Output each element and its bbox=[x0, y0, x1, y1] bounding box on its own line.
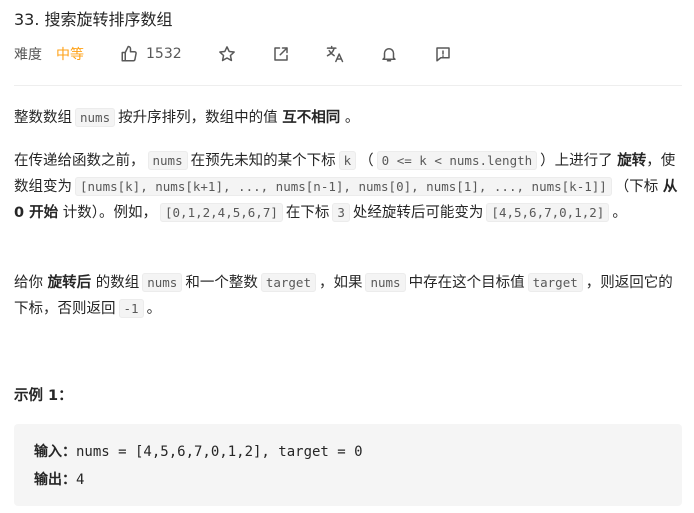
text: 按升序排列，数组中的值 bbox=[118, 110, 278, 126]
inline-code: nums bbox=[365, 273, 406, 292]
example-output-line: 输出：4 bbox=[34, 466, 662, 494]
text: ，如果 bbox=[318, 275, 363, 291]
inline-code: nums bbox=[147, 151, 188, 170]
header-divider bbox=[14, 85, 682, 86]
inline-code: target bbox=[260, 273, 316, 292]
description-paragraph-2: 在传递给函数之前， nums 在预先未知的某个下标 k （0 <= k < nums.l… bbox=[14, 148, 682, 226]
inline-code: [4,5,6,7,0,1,2] bbox=[486, 203, 610, 222]
text: 的数组 bbox=[95, 275, 140, 291]
translate-button[interactable] bbox=[324, 43, 346, 65]
text: 给你 bbox=[14, 275, 43, 291]
thumbs-up-icon bbox=[121, 45, 137, 62]
text: ）上进行了 bbox=[540, 153, 613, 169]
text: 在预先未知的某个下标 bbox=[190, 153, 336, 169]
example-output-value: 4 bbox=[76, 472, 85, 488]
text: 。 bbox=[344, 110, 360, 126]
favorite-button[interactable] bbox=[216, 43, 238, 65]
bold-text: 互不相同 bbox=[282, 110, 341, 126]
inline-code: [nums[k], nums[k+1], ..., nums[n-1], num… bbox=[75, 177, 612, 196]
inline-code: k bbox=[338, 151, 357, 170]
text: 在下标 bbox=[285, 205, 330, 221]
bell-icon bbox=[381, 48, 396, 62]
text: （ bbox=[359, 153, 374, 169]
inline-code: target bbox=[527, 273, 583, 292]
text: 在传递给函数之前， bbox=[14, 153, 145, 169]
inline-code: nums bbox=[75, 108, 116, 127]
text: 处经旋转后可能变为 bbox=[352, 205, 484, 221]
text: 和一个整数 bbox=[185, 275, 258, 291]
feedback-icon bbox=[435, 47, 450, 62]
example-input-label: 输入： bbox=[34, 444, 76, 460]
example-input-line: 输入：nums = [4,5,6,7,0,1,2], target = 0 bbox=[34, 438, 662, 466]
difficulty-badge: 中等 bbox=[56, 47, 84, 63]
translate-icon bbox=[326, 45, 343, 63]
difficulty-label: 难度 bbox=[14, 47, 42, 63]
inline-code: -1 bbox=[118, 299, 144, 318]
text: （下标 bbox=[614, 179, 659, 195]
text: 。 bbox=[612, 205, 627, 221]
bold-text: 旋转 bbox=[617, 153, 647, 169]
description-paragraph-1: 整数数组 nums 按升序排列，数组中的值 互不相同 。 bbox=[14, 105, 682, 131]
notification-button[interactable] bbox=[378, 43, 400, 65]
text: 。 bbox=[146, 301, 162, 317]
problem-title: 33. 搜索旋转排序数组 bbox=[14, 10, 173, 29]
bold-text: 旋转后 bbox=[47, 275, 92, 291]
share-button[interactable] bbox=[270, 43, 292, 65]
inline-code: 3 bbox=[332, 203, 350, 222]
example-input-value: nums = [4,5,6,7,0,1,2], target = 0 bbox=[76, 444, 363, 460]
problem-meta-bar: 难度 中等 1532 bbox=[14, 42, 486, 66]
text: 整数数组 bbox=[14, 110, 72, 126]
text: 计数）。例如， bbox=[62, 205, 157, 221]
description-paragraph-3: 给你 旋转后 的数组 nums 和一个整数 target ，如果 nums 中存在这个目标值… bbox=[14, 270, 682, 322]
share-icon bbox=[273, 47, 288, 61]
problem-page: 33. 搜索旋转排序数组 难度 中等 1532 整数数组 nums 按升序排列，… bbox=[0, 0, 694, 513]
like-button[interactable]: 1532 bbox=[120, 45, 182, 63]
example-title: 示例 1： bbox=[14, 388, 73, 404]
text: 中存在这个目标值 bbox=[408, 275, 525, 291]
inline-code: nums bbox=[142, 273, 183, 292]
star-icon bbox=[218, 46, 235, 62]
inline-code: 0 <= k < nums.length bbox=[376, 151, 538, 170]
example-block: 输入：nums = [4,5,6,7,0,1,2], target = 0 输出… bbox=[14, 424, 682, 506]
like-count: 1532 bbox=[146, 46, 182, 62]
inline-code: [0,1,2,4,5,6,7] bbox=[160, 203, 283, 222]
example-output-label: 输出： bbox=[34, 472, 76, 488]
feedback-button[interactable] bbox=[432, 43, 454, 65]
